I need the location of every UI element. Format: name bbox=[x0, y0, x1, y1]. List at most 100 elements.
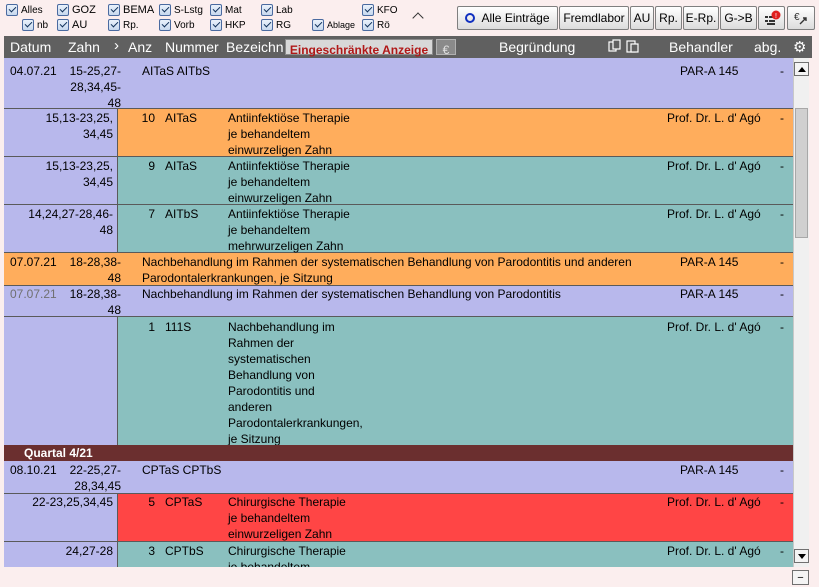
leistungen-table: 04.07.21 15-25,27- 28,34,45- 48 AITaS AI… bbox=[4, 58, 793, 567]
svg-text:€: € bbox=[794, 12, 800, 23]
row-nummer: CPTbS bbox=[165, 544, 204, 558]
filter-kfo-checkbox[interactable]: KFO bbox=[362, 3, 398, 17]
filter-hkp-checkbox[interactable]: HKP bbox=[210, 18, 246, 32]
filter-ablage-checkbox[interactable]: Ablage bbox=[312, 18, 355, 32]
filter-au-checkbox[interactable]: AU bbox=[57, 18, 87, 32]
paste-icon[interactable] bbox=[626, 39, 640, 56]
euro-icon: € bbox=[442, 43, 450, 57]
table-row[interactable]: 15,13-23,25, 34,45 10 AITaS Antiinfektiö… bbox=[4, 109, 793, 157]
table-row[interactable]: 07.07.21 18-28,38- 48 Nachbehandlung im … bbox=[4, 286, 793, 317]
row-nummer: 111S bbox=[165, 320, 192, 334]
table-row[interactable]: 24,27-28 3 CPTbS Chirurgische Therapie j… bbox=[4, 542, 793, 567]
button-label: Alle Einträge bbox=[481, 11, 550, 25]
filter-roe-checkbox[interactable]: Rö bbox=[362, 18, 390, 32]
col-anz-header[interactable]: Anz bbox=[128, 39, 152, 55]
row-teeth: 22-25,27- 28,34,45 bbox=[69, 463, 121, 493]
table-row[interactable]: 15,13-23,25, 34,45 9 AITaS Antiinfektiös… bbox=[4, 157, 793, 205]
row-text: Antiinfektiöse Therapie je behandeltem m… bbox=[228, 207, 350, 253]
col-abg-header[interactable]: abg. bbox=[754, 39, 781, 55]
row-teeth: 15,13-23,25, 34,45 bbox=[45, 111, 113, 141]
filter-vorb-checkbox[interactable]: Vorb bbox=[159, 18, 195, 32]
row-anz: 9 bbox=[148, 159, 155, 173]
row-teeth: 18-28,38- 48 bbox=[69, 287, 121, 317]
au-button[interactable]: AU bbox=[630, 6, 654, 30]
row-teeth: 14,24,27-28,46- 48 bbox=[28, 207, 113, 237]
chevron-right-icon[interactable]: › bbox=[114, 37, 119, 54]
row-text: Chirurgische Therapie je behandeltem bbox=[228, 544, 346, 567]
col-datum-header[interactable]: Datum bbox=[10, 39, 51, 55]
row-anz: 10 bbox=[141, 111, 155, 125]
filter-rp-checkbox[interactable]: Rp. bbox=[108, 18, 139, 32]
filter-goz-checkbox[interactable]: GOZ bbox=[57, 3, 96, 17]
scroll-up-button[interactable] bbox=[794, 62, 809, 76]
table-row[interactable]: 14,24,27-28,46- 48 7 AITbS Antiinfektiös… bbox=[4, 205, 793, 253]
filter-slstg-checkbox[interactable]: S-Lstg bbox=[159, 3, 203, 17]
alle-eintraege-button[interactable]: Alle Einträge bbox=[457, 6, 558, 30]
arrow-up-icon bbox=[797, 66, 806, 72]
col-bezeichnung-header[interactable]: Bezeichn bbox=[226, 39, 284, 55]
table-row[interactable]: 08.10.21 22-25,27- 28,34,45 CPTaS CPTbS … bbox=[4, 461, 793, 494]
row-behandler: Prof. Dr. L. d' Agó bbox=[667, 207, 761, 221]
row-text: Nachbehandlung im Rahmen der systematisc… bbox=[142, 287, 561, 301]
scroll-down-button[interactable] bbox=[794, 549, 809, 563]
vertical-scrollbar[interactable] bbox=[793, 58, 809, 567]
row-date: 07.07.21 bbox=[10, 287, 57, 301]
filter-label: Lab bbox=[276, 4, 293, 16]
alert-badge: ! bbox=[775, 13, 777, 20]
arrow-down-icon bbox=[797, 553, 806, 559]
table-row[interactable]: 22-23,25,34,45 5 CPTaS Chirurgische Ther… bbox=[4, 494, 793, 542]
filter-label: HKP bbox=[225, 19, 246, 31]
filter-nb-checkbox[interactable]: nb bbox=[22, 18, 48, 32]
minus-icon: − bbox=[797, 571, 804, 584]
row-text: Antiinfektiöse Therapie je behandeltem e… bbox=[228, 159, 350, 205]
filter-rg-checkbox[interactable]: RG bbox=[261, 18, 291, 32]
row-anz: 5 bbox=[148, 495, 155, 509]
row-behandler: PAR-A 145 bbox=[680, 287, 739, 301]
col-zahn-header[interactable]: Zahn bbox=[68, 39, 100, 55]
row-teeth: 15-25,27- 28,34,45- 48 bbox=[69, 64, 121, 110]
filter-label: S-Lstg bbox=[174, 4, 203, 16]
minus-button[interactable]: − bbox=[792, 570, 809, 585]
col-behandler-header[interactable]: Behandler bbox=[669, 39, 733, 55]
row-abg: - bbox=[780, 64, 784, 78]
euro-toggle-button[interactable]: € bbox=[436, 39, 456, 57]
scrollbar-thumb[interactable] bbox=[795, 108, 808, 238]
table-row[interactable]: 04.07.21 15-25,27- 28,34,45- 48 AITaS AI… bbox=[4, 58, 793, 110]
filter-lab-checkbox[interactable]: Lab bbox=[261, 3, 293, 17]
row-teeth: 24,27-28 bbox=[65, 544, 113, 558]
row-behandler: PAR-A 145 bbox=[680, 64, 739, 78]
filter-label: RG bbox=[276, 19, 291, 31]
button-label: G->B bbox=[724, 11, 753, 25]
gear-icon[interactable]: ⚙ bbox=[793, 38, 806, 56]
notification-list-button[interactable]: ! bbox=[758, 6, 785, 30]
row-teeth: 18-28,38- 48 bbox=[69, 255, 121, 285]
col-nummer-header[interactable]: Nummer bbox=[165, 39, 219, 55]
button-label: Fremdlabor bbox=[563, 11, 625, 25]
e-rp-button[interactable]: E-Rp. bbox=[683, 6, 719, 30]
row-abg: - bbox=[780, 320, 784, 334]
row-nummer: AITaS bbox=[165, 159, 198, 173]
rp-button[interactable]: Rp. bbox=[655, 6, 682, 30]
filter-alles-checkbox[interactable]: Alles bbox=[6, 3, 43, 17]
table-row[interactable]: 07.07.21 18-28,38- 48 Nachbehandlung im … bbox=[4, 253, 793, 286]
col-begruendung-header[interactable]: Begründung bbox=[499, 39, 575, 55]
fremdlabor-button[interactable]: Fremdlabor bbox=[559, 6, 629, 30]
copy-icon[interactable] bbox=[608, 39, 622, 56]
radio-indicator-icon bbox=[465, 13, 476, 23]
filter-bema-checkbox[interactable]: BEMA bbox=[108, 3, 154, 17]
table-row[interactable]: 1 111S Nachbehandlung im Rahmen der syst… bbox=[4, 317, 793, 446]
g-to-b-button[interactable]: G->B bbox=[720, 6, 757, 30]
row-abg: - bbox=[780, 463, 784, 477]
row-nummer: AITbS bbox=[165, 207, 199, 221]
button-label: AU bbox=[633, 11, 651, 25]
euro-phone-button[interactable]: € bbox=[787, 6, 815, 30]
row-abg: - bbox=[780, 544, 784, 558]
button-label: E-Rp. bbox=[685, 11, 717, 25]
filter-mat-checkbox[interactable]: Mat bbox=[210, 3, 242, 17]
row-behandler: Prof. Dr. L. d' Agó bbox=[667, 544, 761, 558]
row-anz: 1 bbox=[148, 320, 155, 334]
filter-label: nb bbox=[37, 19, 49, 31]
eingeschraenkte-anzeige-button[interactable]: Eingeschränkte Anzeige bbox=[285, 39, 433, 57]
row-behandler: PAR-A 145 bbox=[680, 463, 739, 477]
collapse-filters-chevron-up-icon[interactable] bbox=[410, 8, 426, 22]
